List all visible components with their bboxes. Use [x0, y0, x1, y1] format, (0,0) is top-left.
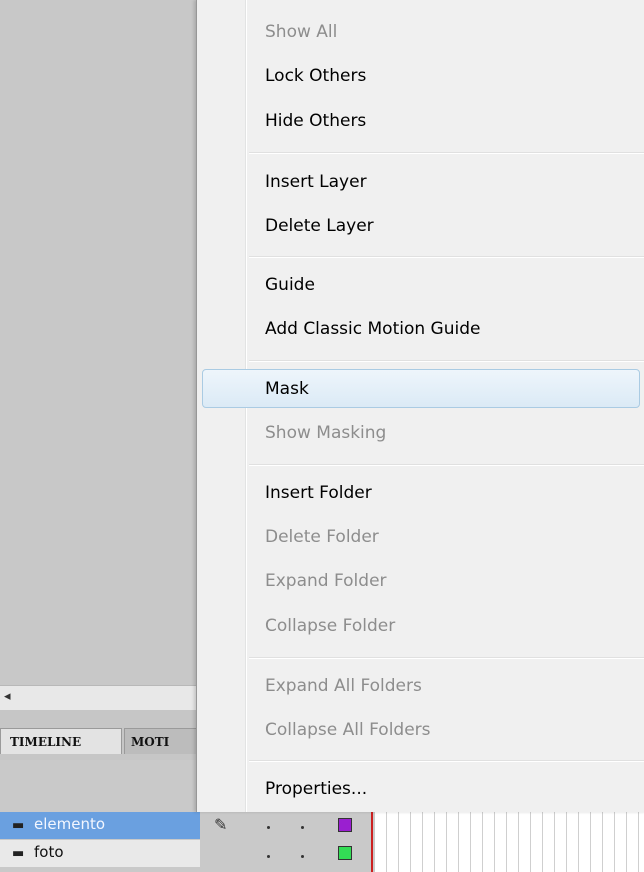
outline-color-swatch[interactable] — [338, 846, 352, 860]
scroll-left-arrow-icon[interactable]: ◂ — [4, 689, 11, 704]
visibility-dot-icon[interactable] — [267, 826, 270, 829]
menu-separator — [249, 256, 644, 258]
menu-item-lock-others[interactable]: Lock Others — [265, 61, 366, 91]
layer-name: foto — [34, 843, 64, 861]
pencil-icon: ✎ — [214, 815, 228, 834]
lock-dot-icon[interactable] — [301, 826, 304, 829]
menu-item-insert-folder[interactable]: Insert Folder — [265, 478, 372, 508]
menu-item-expand-all-folders[interactable]: Expand All Folders — [265, 671, 422, 701]
playhead[interactable] — [371, 812, 373, 872]
tab-motion-editor[interactable]: MOTI — [124, 728, 200, 754]
layer-context-menu: Show All Lock Others Hide Others Insert … — [196, 0, 644, 812]
panel-tab-bar: TIMELINE MOTI — [0, 710, 200, 760]
layer-row-foto[interactable]: ▬ foto — [0, 840, 200, 867]
visibility-dot-icon[interactable] — [267, 855, 270, 858]
layer-icon: ▬ — [12, 818, 25, 833]
layer-row-elemento[interactable]: ▬ elemento — [0, 812, 200, 839]
layer-name: elemento — [34, 815, 106, 833]
menu-item-properties[interactable]: Properties... — [265, 774, 367, 804]
menu-separator — [249, 760, 644, 762]
outline-color-swatch[interactable] — [338, 818, 352, 832]
menu-item-delete-folder[interactable]: Delete Folder — [265, 522, 379, 552]
menu-item-hide-others[interactable]: Hide Others — [265, 106, 366, 136]
menu-item-show-masking[interactable]: Show Masking — [265, 418, 386, 448]
menu-item-add-classic-motion-guide[interactable]: Add Classic Motion Guide — [265, 314, 480, 344]
horizontal-scrollbar[interactable]: ◂ — [0, 685, 200, 711]
menu-separator — [249, 657, 644, 659]
layer-icon: ▬ — [12, 846, 25, 861]
menu-item-collapse-folder[interactable]: Collapse Folder — [265, 611, 395, 641]
menu-item-delete-layer[interactable]: Delete Layer — [265, 211, 374, 241]
tab-timeline[interactable]: TIMELINE — [0, 728, 122, 754]
menu-item-collapse-all-folders[interactable]: Collapse All Folders — [265, 715, 431, 745]
menu-item-show-all[interactable]: Show All — [265, 17, 337, 47]
menu-item-insert-layer[interactable]: Insert Layer — [265, 167, 367, 197]
menu-item-expand-folder[interactable]: Expand Folder — [265, 566, 387, 596]
menu-item-guide[interactable]: Guide — [265, 270, 315, 300]
menu-separator — [249, 152, 644, 154]
menu-separator — [249, 360, 644, 362]
lock-dot-icon[interactable] — [301, 855, 304, 858]
menu-separator — [249, 464, 644, 466]
timeline-frames[interactable] — [375, 812, 644, 872]
menu-item-mask[interactable]: Mask — [265, 374, 309, 404]
